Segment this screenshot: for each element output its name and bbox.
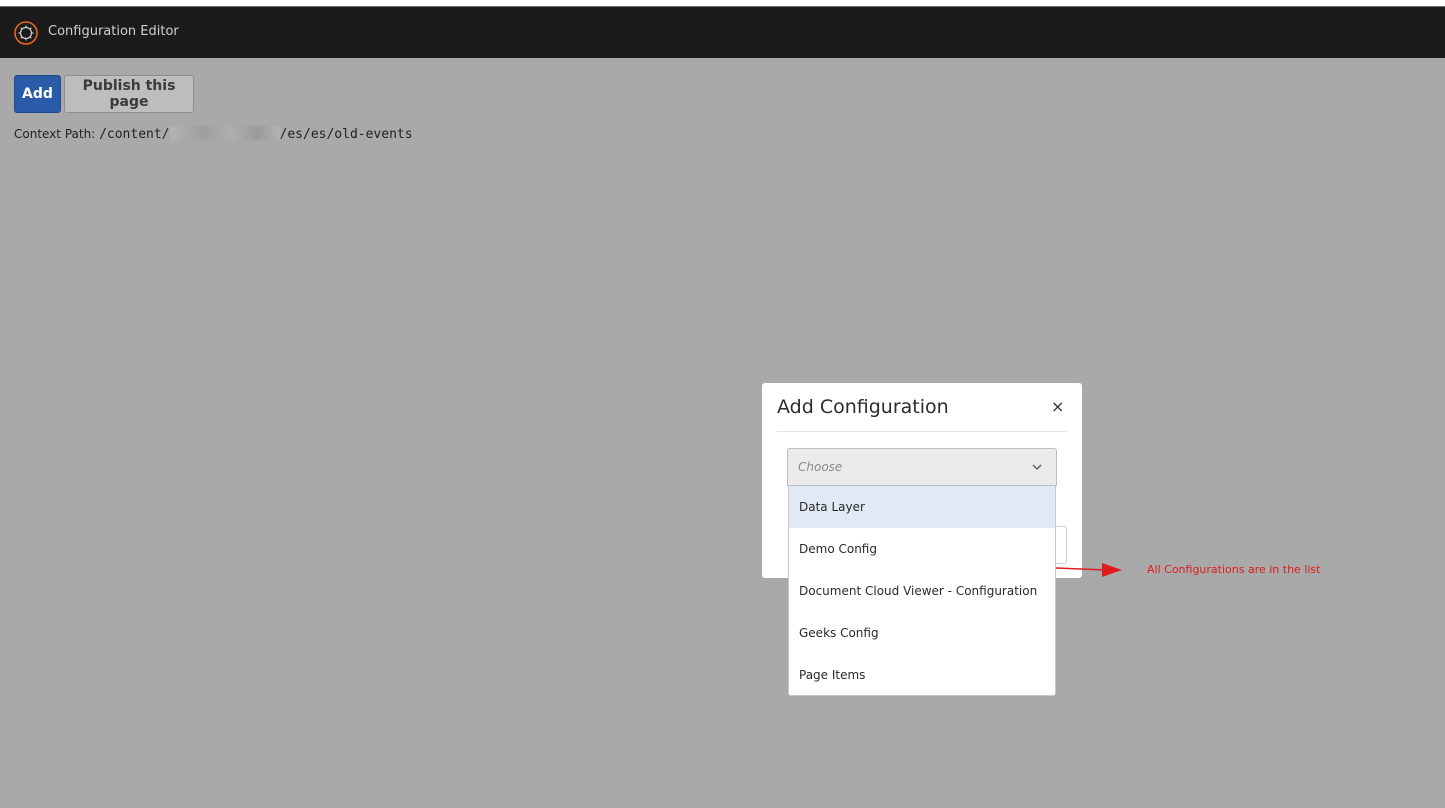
option-geeks-config[interactable]: Geeks Config xyxy=(789,612,1055,654)
option-document-cloud-viewer-configuration[interactable]: Document Cloud Viewer - Configuration xyxy=(789,570,1055,612)
context-path-label: Context Path: xyxy=(14,127,96,141)
redacted-path-segment xyxy=(169,126,280,140)
publish-page-button[interactable]: Publish this page xyxy=(64,75,194,113)
annotation-text: All Configurations are in the list xyxy=(1147,563,1321,576)
option-demo-config[interactable]: Demo Config xyxy=(789,528,1055,570)
annotation-arrow-icon xyxy=(1056,563,1122,577)
select-placeholder: Choose xyxy=(798,460,843,474)
app-header: Configuration Editor xyxy=(0,7,1445,58)
add-button[interactable]: Add xyxy=(14,75,61,113)
dialog-divider xyxy=(777,431,1067,432)
option-data-layer[interactable]: Data Layer xyxy=(789,486,1055,528)
chevron-down-icon xyxy=(1032,464,1042,470)
configuration-select[interactable]: Choose xyxy=(787,448,1057,486)
app-title: Configuration Editor xyxy=(48,24,179,39)
context-path-start: /content/ xyxy=(99,127,170,142)
close-icon[interactable]: × xyxy=(1051,399,1064,415)
option-page-items[interactable]: Page Items xyxy=(789,654,1055,696)
context-path: Context Path: /content/ /es/es/old-events xyxy=(14,126,413,142)
dialog-title: Add Configuration xyxy=(777,396,949,418)
adobe-experience-manager-icon[interactable] xyxy=(14,21,38,45)
configuration-options-list: Data Layer Demo Config Document Cloud Vi… xyxy=(788,486,1056,696)
context-path-end: /es/es/old-events xyxy=(279,127,413,142)
